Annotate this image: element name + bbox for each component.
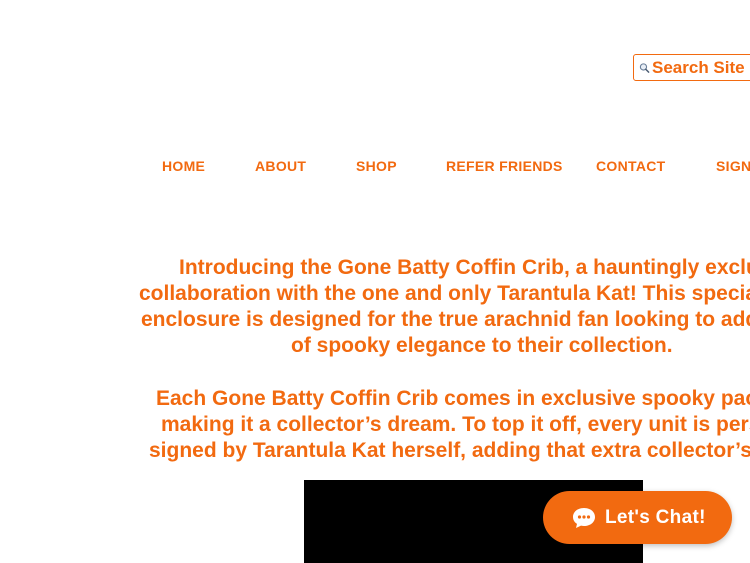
search-input[interactable] <box>652 57 750 78</box>
search-icon <box>639 62 650 73</box>
nav-item-about[interactable]: ABOUT <box>255 158 306 174</box>
page: HOME ABOUT SHOP REFER FRIENDS CONTACT SI… <box>0 0 750 563</box>
intro-paragraph-1-line-2: collaboration with the one and only Tara… <box>139 282 750 305</box>
intro-paragraph-1-line-4: of spooky elegance to their collection. <box>291 334 673 357</box>
intro-paragraph-2-line-1: Each Gone Batty Coffin Crib comes in exc… <box>156 387 750 410</box>
main-nav: HOME ABOUT SHOP REFER FRIENDS CONTACT SI… <box>0 158 750 178</box>
intro-paragraph-1-line-1: Introducing the Gone Batty Coffin Crib, … <box>179 256 750 279</box>
search-box[interactable] <box>633 54 750 81</box>
chat-button[interactable]: Let's Chat! <box>543 491 732 544</box>
intro-paragraph-2-line-3: signed by Tarantula Kat herself, adding … <box>149 439 750 462</box>
nav-item-contact[interactable]: CONTACT <box>596 158 666 174</box>
nav-item-home[interactable]: HOME <box>162 158 205 174</box>
chat-bubble-icon <box>573 507 595 528</box>
chat-button-label: Let's Chat! <box>605 506 706 528</box>
intro-paragraph-2-line-2: making it a collector’s dream. To top it… <box>161 413 750 436</box>
intro-paragraph-1-line-3: enclosure is designed for the true arach… <box>141 308 750 331</box>
nav-item-refer-friends[interactable]: REFER FRIENDS <box>446 158 563 174</box>
nav-item-sign[interactable]: SIGN <box>716 158 750 174</box>
nav-item-shop[interactable]: SHOP <box>356 158 397 174</box>
